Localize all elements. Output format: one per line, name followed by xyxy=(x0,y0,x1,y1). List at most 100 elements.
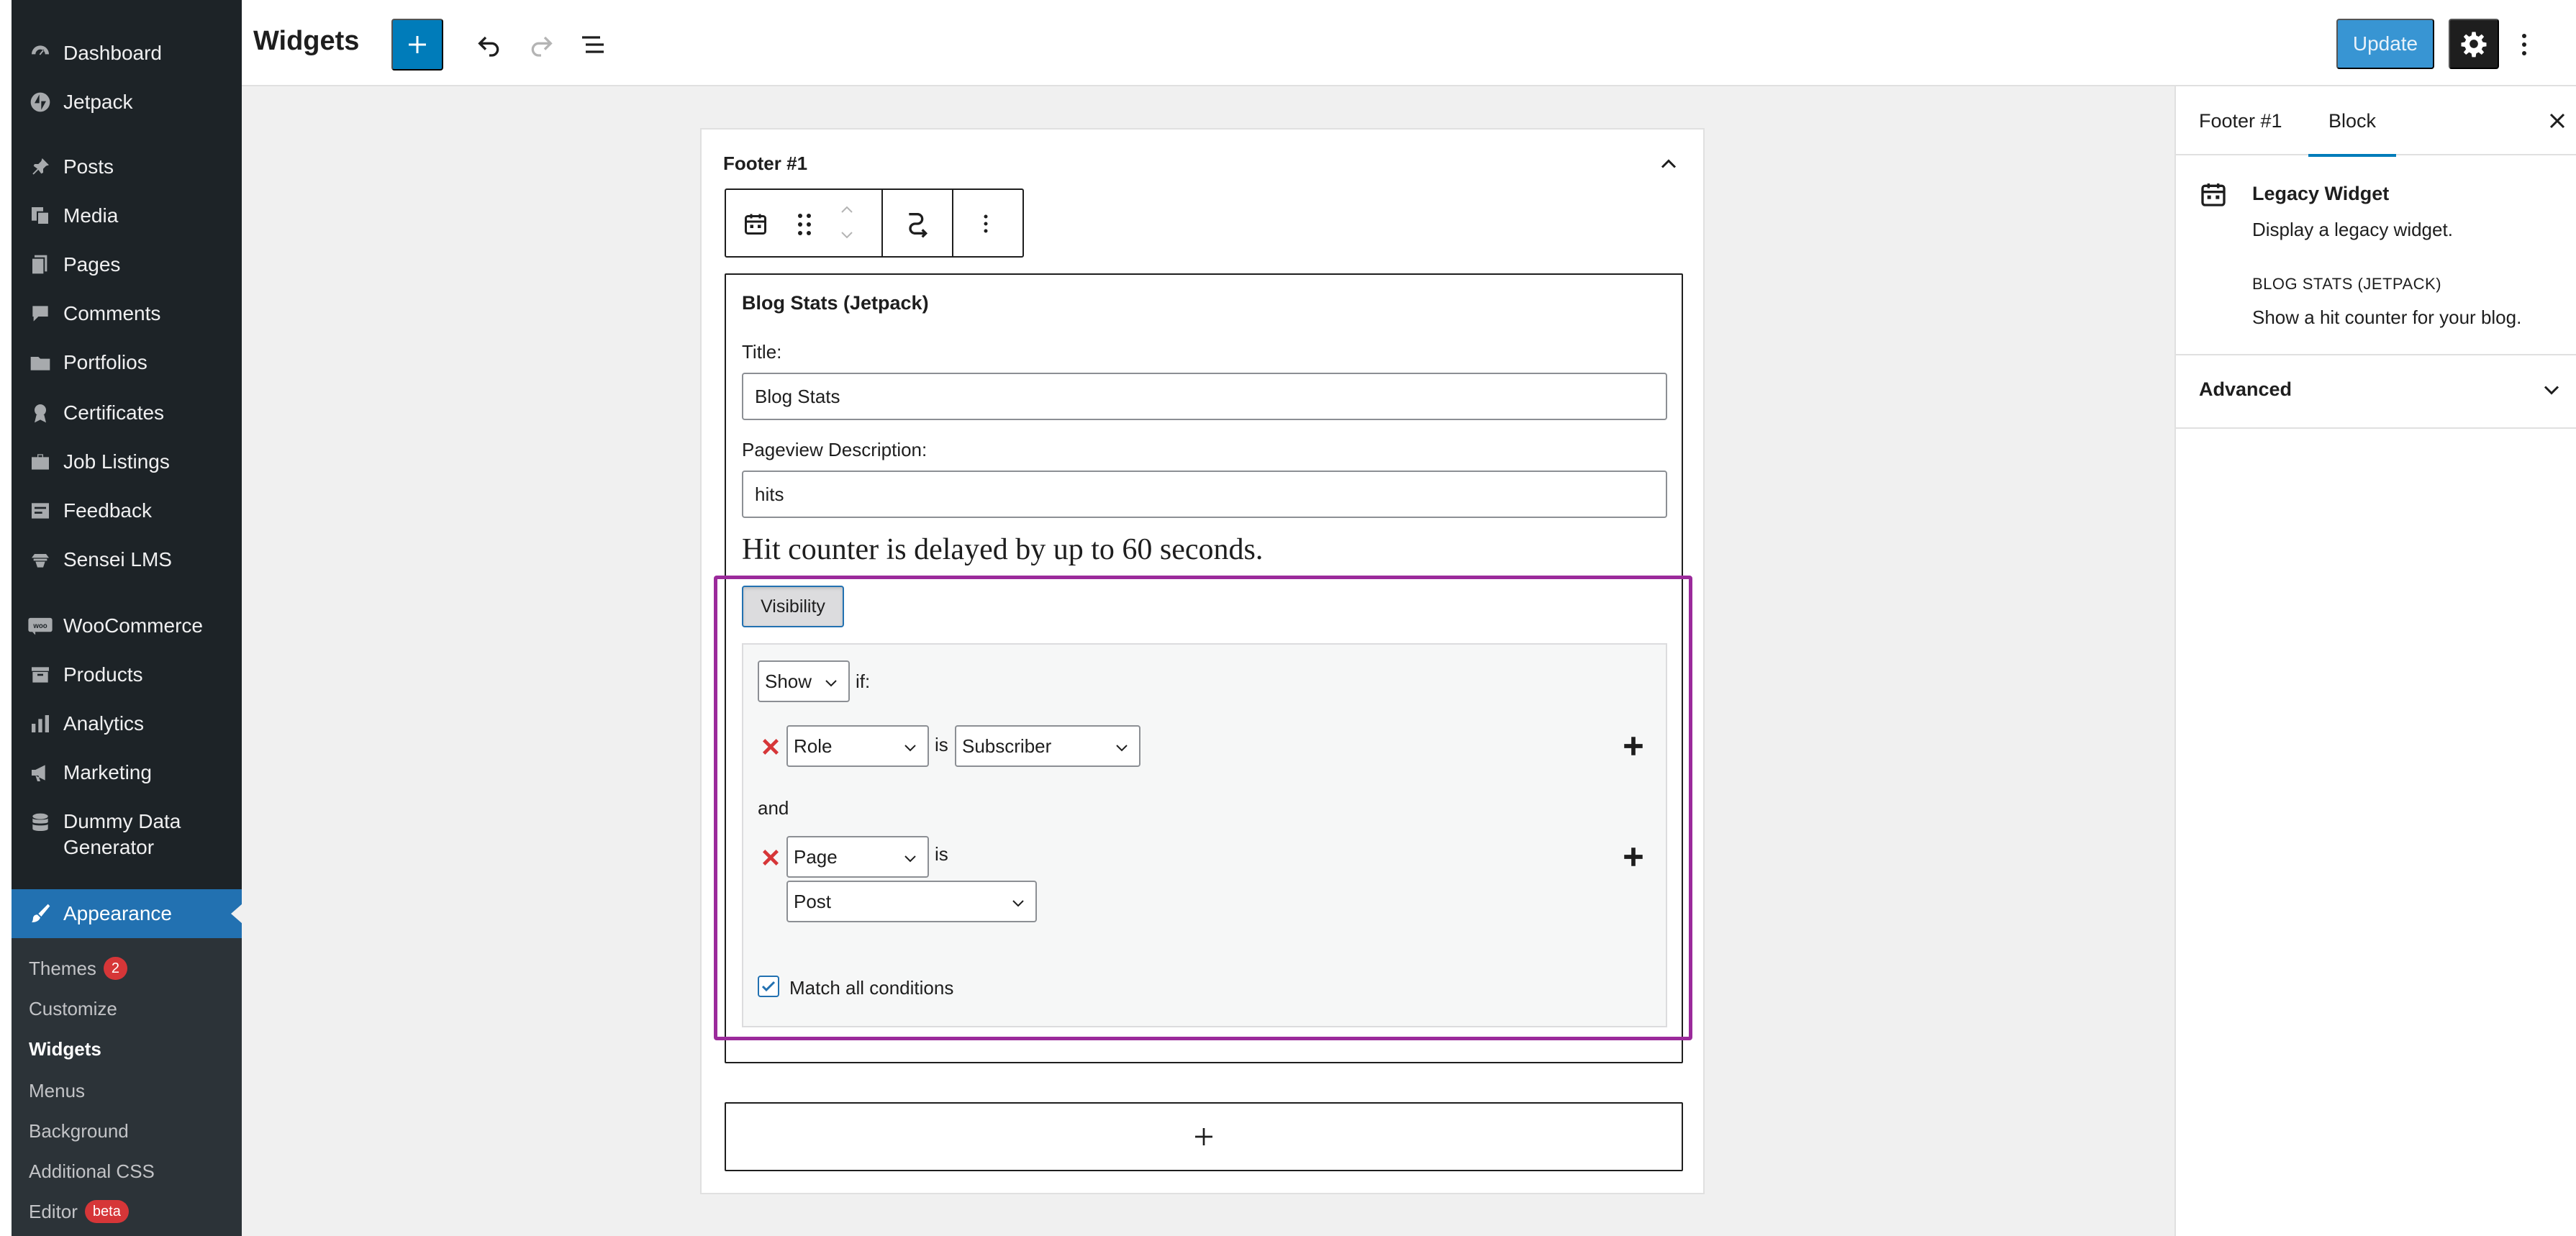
submenu-item-additional-css[interactable]: Additional CSS xyxy=(29,1157,155,1186)
add-condition-button[interactable] xyxy=(1621,734,1646,758)
menu-item-marketing[interactable]: Marketing xyxy=(12,748,242,797)
block-appender-button[interactable] xyxy=(725,1102,1683,1171)
widget-form-title: Blog Stats (Jetpack) xyxy=(742,292,929,314)
block-options-button[interactable] xyxy=(969,209,1002,239)
menu-item-woocommerce[interactable]: woo WooCommerce xyxy=(12,601,242,650)
menu-label: WooCommerce xyxy=(63,614,203,637)
menu-label: Jetpack xyxy=(63,91,133,113)
close-sidebar-button[interactable] xyxy=(2544,108,2570,134)
submenu-item-editor[interactable]: Editor beta xyxy=(29,1197,129,1226)
chevron-down-icon xyxy=(825,680,837,687)
menu-item-analytics[interactable]: Analytics xyxy=(12,699,242,748)
menu-item-pages[interactable]: Pages xyxy=(12,240,242,289)
window-edge xyxy=(0,0,12,1236)
menu-label: Dummy Data Generator xyxy=(63,810,181,858)
match-all-checkbox[interactable] xyxy=(758,976,779,997)
plus-icon xyxy=(1624,848,1643,866)
sensei-icon xyxy=(26,545,55,574)
chevron-down-icon xyxy=(904,855,916,863)
pages-icon xyxy=(26,250,55,279)
condition-major-select[interactable]: Role xyxy=(786,725,929,767)
menu-item-dashboard[interactable]: Dashboard xyxy=(12,29,242,78)
menu-label: Products xyxy=(63,663,143,686)
more-vertical-icon xyxy=(984,214,988,233)
menu-item-products[interactable]: Products xyxy=(12,650,242,699)
more-vertical-icon xyxy=(2522,34,2526,55)
close-icon xyxy=(763,739,779,755)
move-to-widget-area-button[interactable] xyxy=(897,209,938,239)
tab-widget-area[interactable]: Footer #1 xyxy=(2199,86,2282,155)
widget-area-footer: Footer #1 Blog Stats (Jetpack) Title: Pa… xyxy=(700,128,1705,1194)
gear-icon xyxy=(2461,32,2487,58)
options-menu-button[interactable] xyxy=(2510,24,2539,65)
menu-item-posts[interactable]: Posts xyxy=(12,142,242,191)
menu-item-job-listings[interactable]: Job Listings xyxy=(12,437,242,486)
hit-counter-note: Hit counter is delayed by up to 60 secon… xyxy=(742,533,1264,566)
advanced-expand-button[interactable] xyxy=(2539,377,2564,403)
menu-item-jetpack[interactable]: Jetpack xyxy=(12,78,242,127)
update-count-badge: 2 xyxy=(103,957,128,980)
tab-block[interactable]: Block xyxy=(2308,86,2397,157)
advanced-panel-toggle[interactable]: Advanced xyxy=(2199,378,2292,401)
add-condition-button[interactable] xyxy=(1621,845,1646,869)
menu-item-media[interactable]: Media xyxy=(12,191,242,240)
folder-icon xyxy=(26,348,55,377)
condition-minor-select[interactable]: Post xyxy=(786,881,1037,922)
menu-item-portfolios[interactable]: Portfolios xyxy=(12,338,242,387)
block-card-description: Display a legacy widget. xyxy=(2252,219,2453,240)
if-label: if: xyxy=(856,671,871,692)
submenu-item-widgets[interactable]: Widgets xyxy=(29,1035,101,1063)
menu-item-sensei-lms[interactable]: Sensei LMS xyxy=(12,535,242,584)
submenu-item-themes[interactable]: Themes 2 xyxy=(29,954,128,983)
menu-item-dummy-data-generator[interactable]: Dummy Data Generator xyxy=(12,799,242,863)
pageview-description-input[interactable] xyxy=(742,471,1667,518)
visibility-button[interactable]: Visibility xyxy=(742,586,844,627)
update-button[interactable]: Update xyxy=(2336,19,2434,69)
admin-sidebar: Dashboard Jetpack Posts Media Pages Comm… xyxy=(12,0,242,1236)
collapse-button[interactable] xyxy=(1656,151,1682,177)
submenu-item-menus[interactable]: Menus xyxy=(29,1076,85,1105)
menu-item-certificates[interactable]: Certificates xyxy=(12,388,242,437)
database-icon xyxy=(26,809,55,837)
move-up-button[interactable] xyxy=(833,199,861,220)
menu-label: Pages xyxy=(63,253,121,276)
undo-button[interactable] xyxy=(469,24,509,65)
chevron-down-icon xyxy=(904,745,916,752)
condition-major-select[interactable]: Page xyxy=(786,836,929,878)
remove-condition-button[interactable] xyxy=(761,737,781,757)
title-input[interactable] xyxy=(742,373,1667,420)
and-label: and xyxy=(758,797,789,819)
settings-sidebar: Footer #1 Block Legacy Widget Display a … xyxy=(2174,86,2576,1236)
plus-icon xyxy=(409,36,426,53)
menu-label: Media xyxy=(63,204,119,227)
match-all-label: Match all conditions xyxy=(789,977,954,999)
move-to-icon xyxy=(909,213,928,238)
list-view-button[interactable] xyxy=(573,24,613,65)
list-view-icon xyxy=(582,36,604,53)
block-inserter-button[interactable] xyxy=(391,19,443,71)
menu-label: Dashboard xyxy=(63,42,162,64)
block-type-button[interactable] xyxy=(740,209,771,239)
comment-icon xyxy=(26,299,55,328)
redo-button[interactable] xyxy=(521,24,561,65)
drag-handle[interactable] xyxy=(792,210,817,239)
sidebar-tabs: Footer #1 Block xyxy=(2176,86,2576,157)
toolbar-divider xyxy=(881,190,883,256)
award-icon xyxy=(26,399,55,427)
widget-description: Show a hit counter for your blog. xyxy=(2252,306,2522,328)
title-field-label: Title: xyxy=(742,341,782,363)
submenu-item-background[interactable]: Background xyxy=(29,1117,129,1145)
menu-item-comments[interactable]: Comments xyxy=(12,289,242,338)
briefcase-icon xyxy=(26,447,55,476)
condition-minor-select[interactable]: Subscriber xyxy=(955,725,1140,767)
submenu-item-customize[interactable]: Customize xyxy=(29,994,117,1023)
move-down-button[interactable] xyxy=(833,224,861,246)
menu-item-appearance[interactable]: Appearance xyxy=(12,889,242,938)
menu-item-feedback[interactable]: Feedback xyxy=(12,486,242,535)
chevron-down-icon xyxy=(1012,900,1024,907)
show-hide-select[interactable]: Show xyxy=(758,660,850,702)
close-icon xyxy=(2549,113,2565,129)
beta-badge: beta xyxy=(84,1200,129,1223)
remove-condition-button[interactable] xyxy=(761,848,781,868)
settings-button[interactable] xyxy=(2449,19,2499,69)
